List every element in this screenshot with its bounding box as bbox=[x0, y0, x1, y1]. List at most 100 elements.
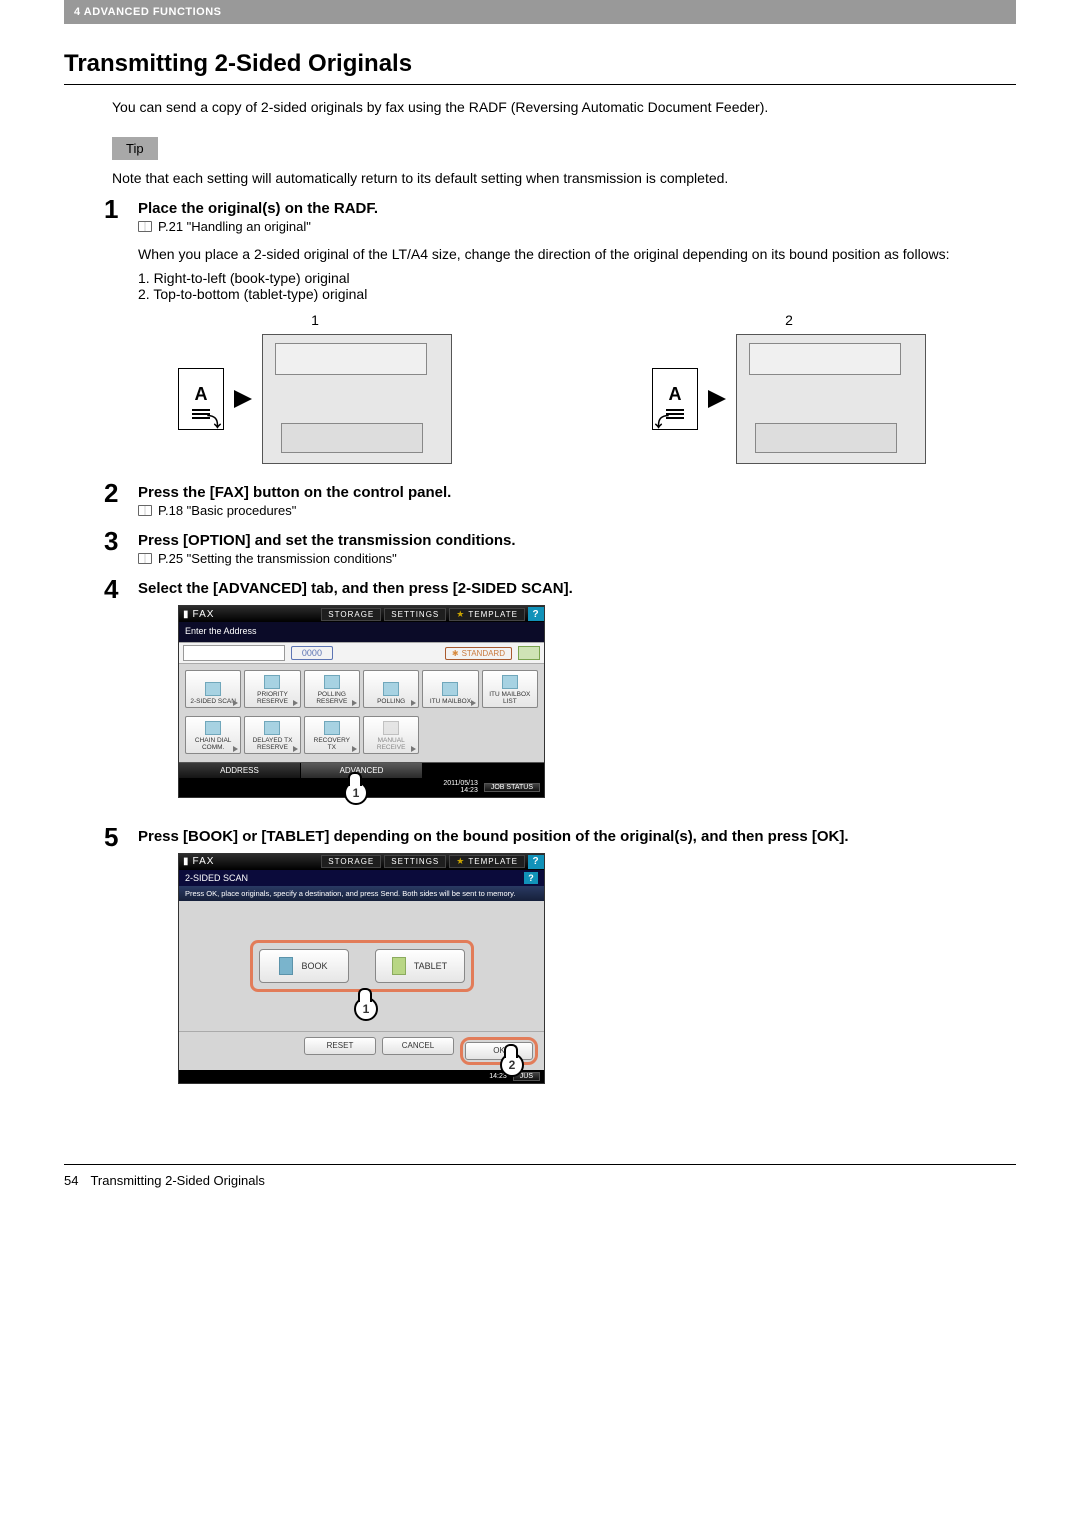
diagram-col-1: 1 A ⤵ bbox=[178, 312, 452, 464]
step-3: 3 Press [OPTION] and set the transmissio… bbox=[112, 532, 1016, 566]
step-3-title: Press [OPTION] and set the transmission … bbox=[138, 532, 1016, 549]
tablet-mode-button[interactable]: TABLET bbox=[375, 949, 465, 983]
polling-button[interactable]: POLLING bbox=[363, 670, 419, 708]
orientation-diagrams: 1 A ⤵ 2 bbox=[178, 312, 1016, 464]
star-icon: ★ bbox=[456, 609, 465, 620]
arrow-right-icon bbox=[708, 390, 726, 408]
mode-buttons-highlight: BOOK TABLET bbox=[250, 940, 474, 992]
datetime-label: 2011/05/13 14:23 bbox=[443, 780, 478, 795]
screen-subtitle-bar: 2-SIDED SCAN ? bbox=[179, 870, 544, 886]
storage-button[interactable]: STORAGE bbox=[321, 608, 381, 621]
step-1-note: When you place a 2-sided original of the… bbox=[138, 246, 1016, 262]
step-1-reference: P.21 "Handling an original" bbox=[138, 219, 1016, 234]
fax-icon: ▮ bbox=[183, 609, 190, 620]
topbar-fax: FAX bbox=[193, 609, 215, 620]
step-2-title: Press the [FAX] button on the control pa… bbox=[138, 484, 1016, 501]
book-icon bbox=[138, 505, 152, 516]
chain-dial-icon bbox=[205, 721, 221, 735]
manual-receive-button[interactable]: MANUALRECEIVE bbox=[363, 716, 419, 754]
footer-title: Transmitting 2-Sided Originals bbox=[90, 1173, 264, 1188]
template-button[interactable]: ★TEMPLATE bbox=[449, 855, 525, 868]
polling-icon bbox=[383, 682, 399, 696]
paper-indicator bbox=[518, 646, 540, 660]
enter-address-label: Enter the Address bbox=[179, 622, 544, 642]
address-input[interactable] bbox=[183, 645, 285, 661]
recovery-tx-button[interactable]: RECOVERYTX bbox=[304, 716, 360, 754]
step-number: 2 bbox=[104, 478, 118, 509]
ui-topbar: ▮ FAX STORAGE SETTINGS ★TEMPLATE ? bbox=[179, 606, 544, 622]
chain-dial-button[interactable]: CHAIN DIALCOMM. bbox=[185, 716, 241, 754]
page-number: 54 bbox=[64, 1173, 78, 1188]
chevron-right-icon bbox=[233, 700, 238, 706]
page-letter: A bbox=[669, 384, 682, 405]
step-4-title: Select the [ADVANCED] tab, and then pres… bbox=[138, 580, 1016, 597]
step-1: 1 Place the original(s) on the RADF. P.2… bbox=[112, 200, 1016, 464]
standard-icon: ✱ bbox=[452, 649, 459, 658]
chevron-right-icon bbox=[293, 746, 298, 752]
chevron-right-icon bbox=[352, 746, 357, 752]
tip-text: Note that each setting will automaticall… bbox=[112, 170, 1016, 186]
address-bar: 0000 ✱STANDARD bbox=[179, 642, 544, 664]
itu-mailbox-button[interactable]: ITU MAILBOX bbox=[422, 670, 478, 708]
chevron-right-icon bbox=[293, 700, 298, 706]
tip-label: Tip bbox=[112, 137, 158, 160]
step-4: 4 Select the [ADVANCED] tab, and then pr… bbox=[112, 580, 1016, 798]
book-mode-icon bbox=[279, 957, 293, 975]
tablet-mode-icon bbox=[392, 957, 406, 975]
settings-button[interactable]: SETTINGS bbox=[384, 608, 446, 621]
ok-highlight: OK bbox=[460, 1037, 538, 1065]
step-1-sub-2: 2. Top-to-bottom (tablet-type) original bbox=[138, 286, 1016, 302]
fax-icon: ▮ bbox=[183, 856, 190, 867]
priority-reserve-button[interactable]: PRIORITYRESERVE bbox=[244, 670, 300, 708]
priority-icon bbox=[264, 675, 280, 689]
screen-subtitle: 2-SIDED SCAN bbox=[185, 873, 248, 883]
standard-mode-button[interactable]: ✱STANDARD bbox=[445, 647, 512, 660]
advanced-tab[interactable]: ADVANCED bbox=[301, 763, 423, 778]
reset-button[interactable]: RESET bbox=[304, 1037, 376, 1055]
machine-illustration bbox=[736, 334, 926, 464]
step-number: 1 bbox=[104, 194, 118, 225]
chevron-right-icon bbox=[352, 700, 357, 706]
polling-reserve-icon bbox=[324, 675, 340, 689]
instruction-bar: Press OK, place originals, specify a des… bbox=[179, 886, 544, 901]
ui-topbar: ▮ FAX STORAGE SETTINGS ★TEMPLATE ? bbox=[179, 854, 544, 870]
two-sided-scan-button[interactable]: 2-SIDED SCAN bbox=[185, 670, 241, 708]
tip-block: Tip Note that each setting will automati… bbox=[112, 137, 1016, 186]
address-tab[interactable]: ADDRESS bbox=[179, 763, 301, 778]
help-button[interactable]: ? bbox=[524, 872, 538, 884]
book-mode-button[interactable]: BOOK bbox=[259, 949, 349, 983]
job-status-button[interactable]: JOB STATUS bbox=[484, 783, 540, 792]
chevron-right-icon bbox=[411, 746, 416, 752]
template-button[interactable]: ★TEMPLATE bbox=[449, 608, 525, 621]
flip-arrow-icon: ⤵ bbox=[207, 415, 221, 429]
help-button[interactable]: ? bbox=[528, 607, 544, 621]
book-icon bbox=[138, 221, 152, 232]
step-3-reference: P.25 "Setting the transmission condition… bbox=[138, 551, 1016, 566]
diagram-2-header: 2 bbox=[652, 312, 926, 328]
delayed-tx-icon bbox=[264, 721, 280, 735]
settings-button[interactable]: SETTINGS bbox=[384, 855, 446, 868]
advanced-buttons-row2: CHAIN DIALCOMM. DELAYED TXRESERVE RECOVE… bbox=[179, 716, 544, 762]
help-button[interactable]: ? bbox=[528, 855, 544, 869]
action-bar: RESET CANCEL OK bbox=[179, 1031, 544, 1070]
page-icon-tablet: A ⤵ bbox=[652, 368, 698, 430]
cancel-button[interactable]: CANCEL bbox=[382, 1037, 454, 1055]
star-icon: ★ bbox=[456, 856, 465, 867]
step-2-ref-text: P.18 "Basic procedures" bbox=[158, 503, 296, 518]
itu-mailbox-list-icon bbox=[502, 675, 518, 689]
itu-mailbox-list-button[interactable]: ITU MAILBOXLIST bbox=[482, 670, 538, 708]
chevron-right-icon bbox=[233, 746, 238, 752]
callout-1: 1 bbox=[354, 997, 378, 1021]
polling-reserve-button[interactable]: POLLINGRESERVE bbox=[304, 670, 360, 708]
page-count: 0000 bbox=[291, 646, 333, 660]
page-letter: A bbox=[195, 384, 208, 405]
step-1-title: Place the original(s) on the RADF. bbox=[138, 200, 1016, 217]
delayed-tx-button[interactable]: DELAYED TXRESERVE bbox=[244, 716, 300, 754]
flip-arrow-icon: ⤵ bbox=[655, 415, 669, 429]
mode-area: BOOK TABLET 1 bbox=[179, 901, 544, 1031]
storage-button[interactable]: STORAGE bbox=[321, 855, 381, 868]
page-footer: 54 Transmitting 2-Sided Originals bbox=[64, 1164, 1016, 1188]
step-2: 2 Press the [FAX] button on the control … bbox=[112, 484, 1016, 518]
job-bar: 14:23 JUS bbox=[179, 1070, 544, 1083]
ok-button[interactable]: OK bbox=[465, 1042, 533, 1060]
